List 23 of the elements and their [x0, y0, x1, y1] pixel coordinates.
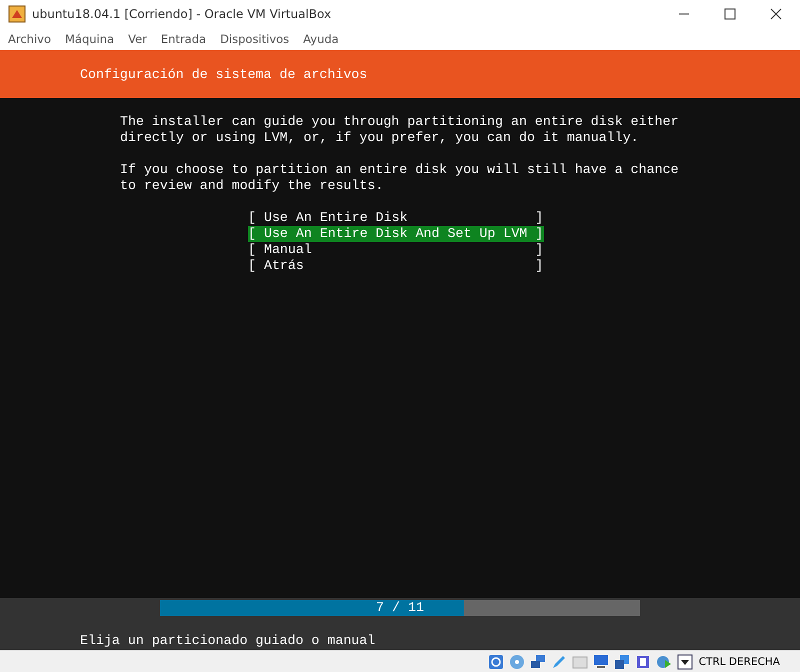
- instruction-text: If you choose to partition an entire disk you will still have a chance to review and modify the results.: [120, 162, 680, 194]
- window-title: ubuntu18.04.1 [Corriendo] - Oracle VM VirtualBox: [32, 7, 332, 21]
- menu-item[interactable]: Archivo: [8, 32, 51, 46]
- screen-title: Configuración de sistema de archivos: [80, 66, 368, 82]
- host-key-label: CTRL DERECHA: [698, 656, 780, 668]
- menu-item[interactable]: Máquina: [65, 32, 114, 46]
- menu-item[interactable]: Ver: [128, 32, 147, 46]
- menu-item[interactable]: Entrada: [160, 32, 206, 46]
- app-icon: [8, 5, 26, 23]
- instruction-text: The installer can guide you through partitioning an entire disk either directly or using LVM, or, if you prefer, you can do it manually.: [120, 114, 680, 146]
- menu-option[interactable]: [ Use An Entire Disk ]: [248, 210, 544, 226]
- chip-icon[interactable]: [634, 654, 651, 670]
- menu-item[interactable]: Dispositivos: [220, 32, 290, 46]
- menu-item[interactable]: Ayuda: [303, 32, 339, 46]
- monitor-icon[interactable]: [592, 654, 609, 670]
- status-text: Elija un particionado guiado o manual: [80, 633, 376, 649]
- progress-text: 7 / 11: [375, 600, 425, 616]
- menu-option[interactable]: [ Use An Entire Disk And Set Up LVM ]: [248, 226, 544, 242]
- pen-icon[interactable]: [550, 654, 567, 670]
- menu-option[interactable]: [ Atrás ]: [248, 258, 544, 274]
- close-icon[interactable]: [770, 8, 782, 20]
- maximize-icon[interactable]: [724, 8, 736, 20]
- menu-option[interactable]: [ Manual ]: [248, 242, 544, 258]
